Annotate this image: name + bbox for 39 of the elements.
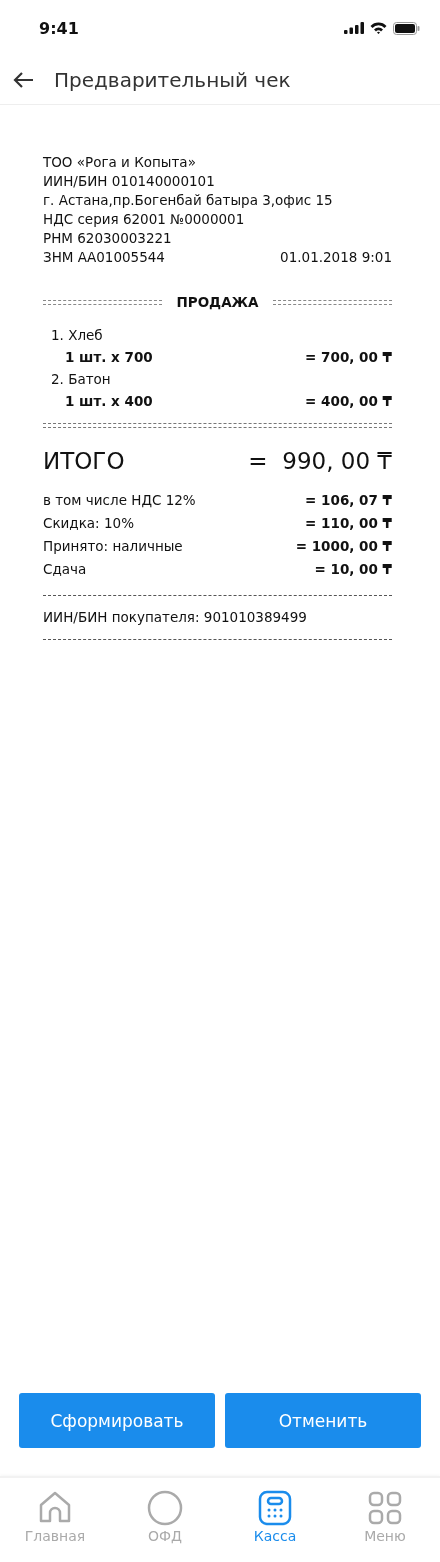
detail-value: = 106, 07 ₸ <box>305 491 392 510</box>
buyer-line: ИИН/БИН покупателя: 901010389499 <box>43 608 307 627</box>
tab-bar-item[interactable]: Меню <box>330 1478 440 1562</box>
detail-label: Сдача <box>43 560 87 579</box>
detail-value: = 110, 00 ₸ <box>305 514 392 533</box>
item-amount: = 700, 00 ₸ <box>305 348 392 367</box>
tab-bar-item[interactable]: ОФД <box>110 1478 220 1562</box>
action-button[interactable]: Отменить <box>225 1393 421 1448</box>
tab-bar-item[interactable]: Главная <box>0 1478 110 1562</box>
grid-icon <box>367 1490 403 1526</box>
total-label: ИТОГО <box>43 447 125 476</box>
detail-value: = 10, 00 ₸ <box>314 560 392 579</box>
item-quantity: 1 шт. x 400 <box>64 392 153 411</box>
receipt-line: ЗНМ АА01005544 <box>43 248 165 267</box>
wifi-icon <box>370 22 387 34</box>
total-value: = 990, 00 ₸ <box>248 447 392 476</box>
item-name: 2. Батон <box>50 370 111 389</box>
item-name: 1. Хлеб <box>50 326 103 345</box>
item-quantity: 1 шт. x 700 <box>64 348 153 367</box>
detail-label: Принято: наличные <box>43 537 183 556</box>
item-amount: = 400, 00 ₸ <box>305 392 392 411</box>
screen-title: Предварительный чек <box>54 68 291 92</box>
receipt-line: г. Астана,пр.Богенбай батыра 3,офис 15 <box>43 191 333 210</box>
circle-icon <box>147 1490 183 1526</box>
battery-icon <box>393 21 420 35</box>
tab-bar-item[interactable]: Касса <box>220 1478 330 1562</box>
receipt-line: НДС серия 62001 №0000001 <box>43 210 245 229</box>
detail-label: Скидка: 10% <box>43 514 134 533</box>
detail-value: = 1000, 00 ₸ <box>295 537 392 556</box>
action-button[interactable]: Сформировать <box>19 1393 215 1448</box>
receipt-line: ТОО «Рога и Копыта» <box>43 153 196 172</box>
section-title: ПРОДАЖА <box>176 293 259 312</box>
receipt-datetime: 01.01.2018 9:01 <box>280 248 392 267</box>
receipt-line: ИИН/БИН 010140000101 <box>43 172 215 191</box>
receipt-line: РНМ 62030003221 <box>43 229 172 248</box>
detail-label: в том числе НДС 12% <box>43 491 196 510</box>
status-time: 9:41 <box>39 18 79 38</box>
calculator-icon <box>257 1490 293 1526</box>
signal-icon <box>344 22 364 34</box>
